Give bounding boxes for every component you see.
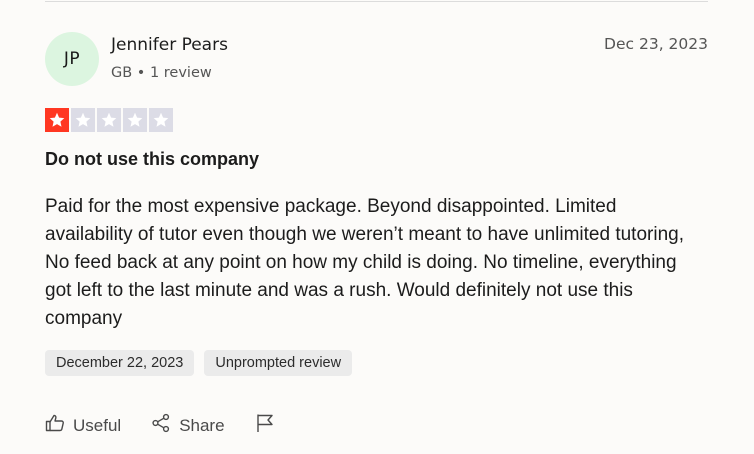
review-title[interactable]: Do not use this company: [45, 149, 259, 170]
top-divider: [45, 1, 708, 2]
star-icon: [153, 112, 169, 127]
thumbs-up-icon: [45, 413, 65, 438]
flag-icon: [255, 413, 275, 438]
star-icon: [49, 112, 65, 127]
review-body: Paid for the most expensive package. Bey…: [45, 196, 684, 329]
star-empty: [149, 108, 173, 132]
share-button[interactable]: Share: [151, 413, 225, 438]
review-source-tag[interactable]: Unprompted review: [204, 350, 353, 376]
star-rating: [45, 108, 173, 132]
star-empty: [71, 108, 95, 132]
star-icon: [127, 112, 143, 127]
review-tags: December 22, 2023 Unprompted review: [45, 350, 353, 376]
star-empty: [123, 108, 147, 132]
review-date: Dec 23, 2023: [604, 35, 708, 53]
reviewer-meta: GB • 1 review: [111, 65, 212, 81]
review-actions: Useful Share: [45, 413, 305, 438]
useful-label: Useful: [73, 415, 122, 435]
share-icon: [151, 413, 171, 438]
useful-button[interactable]: Useful: [45, 413, 121, 438]
star-icon: [101, 112, 117, 127]
star-icon: [75, 112, 91, 127]
experience-date-tag: December 22, 2023: [45, 350, 195, 376]
reviewer-name[interactable]: Jennifer Pears: [111, 35, 228, 55]
avatar-initials: JP: [63, 49, 81, 69]
report-flag-button[interactable]: [255, 413, 275, 438]
star-empty: [97, 108, 121, 132]
star-filled: [45, 108, 69, 132]
avatar: JP: [45, 32, 99, 86]
share-label: Share: [179, 415, 225, 435]
